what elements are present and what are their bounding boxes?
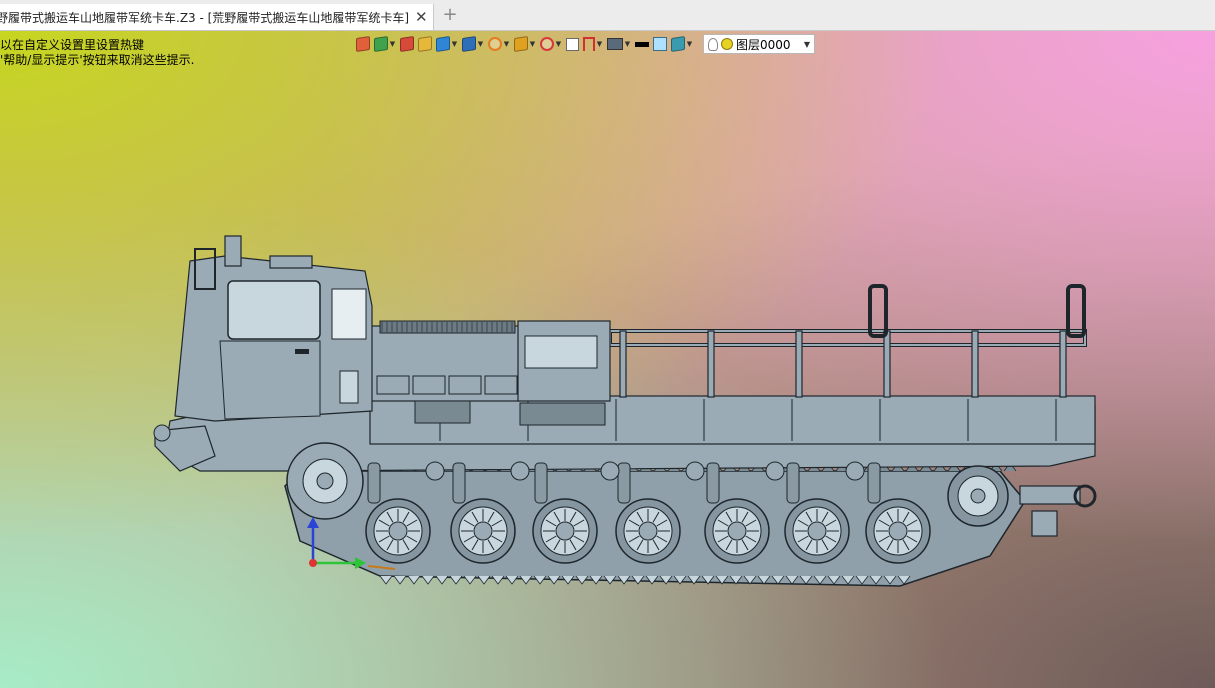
panel (448, 375, 482, 395)
close-tab-icon[interactable]: ✕ (415, 9, 428, 25)
track-tooth (519, 575, 533, 585)
track-tooth (505, 575, 519, 585)
wheel-hub (555, 521, 575, 541)
rear-tow-bar (1019, 485, 1081, 505)
tab-bar: 野履带式搬运车山地履带军统卡车.Z3 - [荒野履带式搬运车山地履带军统卡车] … (0, 0, 1215, 31)
add-tab-icon[interactable]: + (441, 6, 459, 24)
return-roller (765, 461, 785, 481)
3d-viewport[interactable]: 以在自定义设置里设置热键 '帮助/显示提示'按钮来取消这些提示. ▼ ▼ ▼ ▼ ▼ ▼ ▼… (0, 31, 1215, 688)
track-tooth (491, 575, 505, 585)
suspension-arm (452, 462, 466, 504)
suspension-arm (617, 462, 631, 504)
document-tab-title: 野履带式搬运车山地履带军统卡车.Z3 - [荒野履带式搬运车山地履带军统卡车] (0, 10, 409, 25)
track-tooth (463, 575, 477, 585)
return-roller (510, 461, 530, 481)
suspension-arm (706, 462, 720, 504)
return-roller (845, 461, 865, 481)
truck-model[interactable] (0, 31, 1215, 688)
wheel-hub (727, 521, 747, 541)
return-roller (600, 461, 620, 481)
engine-grille (379, 320, 516, 334)
panel (484, 375, 518, 395)
rail-top-inner (609, 330, 1086, 346)
document-tab[interactable]: 野履带式搬运车山地履带军统卡车.Z3 - [荒野履带式搬运车山地履带军统卡车] … (0, 4, 434, 30)
wheel-hub (807, 521, 827, 541)
wheel-hub (888, 521, 908, 541)
door-handle (295, 349, 309, 354)
panel (376, 375, 410, 395)
rail-post (883, 330, 891, 398)
cargo-bed (369, 395, 1096, 445)
engine-window (524, 335, 598, 369)
tow-hook (153, 424, 171, 442)
track-tooth (449, 575, 463, 585)
side-box (414, 400, 471, 424)
track-tooth (421, 575, 435, 585)
rail-top (608, 329, 1087, 347)
axis-origin (309, 559, 317, 567)
track-tooth (477, 575, 491, 585)
side-box (519, 402, 606, 426)
cab-window (227, 280, 321, 340)
rail-post (619, 330, 627, 398)
suspension-arm (534, 462, 548, 504)
suspension-arm (867, 462, 881, 504)
rail-hook (868, 284, 888, 338)
rail-post (971, 330, 979, 398)
suspension-arm (367, 462, 381, 504)
panel (412, 375, 446, 395)
track-tooth (533, 575, 547, 585)
track-tooth (407, 575, 421, 585)
sprocket-center (316, 472, 334, 490)
roof-box (269, 255, 313, 269)
track-tooth (435, 575, 449, 585)
rail-hook (1066, 284, 1086, 338)
rail-post (707, 330, 715, 398)
wheel-hub (473, 521, 493, 541)
rear-coupler (1031, 510, 1058, 537)
wheel-hub (388, 521, 408, 541)
rail-post (795, 330, 803, 398)
suspension-arm (786, 462, 800, 504)
cab-step (339, 370, 359, 404)
cab-side-window (331, 288, 367, 340)
wheel-hub (638, 521, 658, 541)
idler-hub (970, 488, 986, 504)
rail-post (1059, 330, 1067, 398)
return-roller (425, 461, 445, 481)
track-tooth (393, 575, 407, 585)
exhaust (224, 235, 242, 267)
track-tooth (379, 575, 393, 585)
return-roller (685, 461, 705, 481)
